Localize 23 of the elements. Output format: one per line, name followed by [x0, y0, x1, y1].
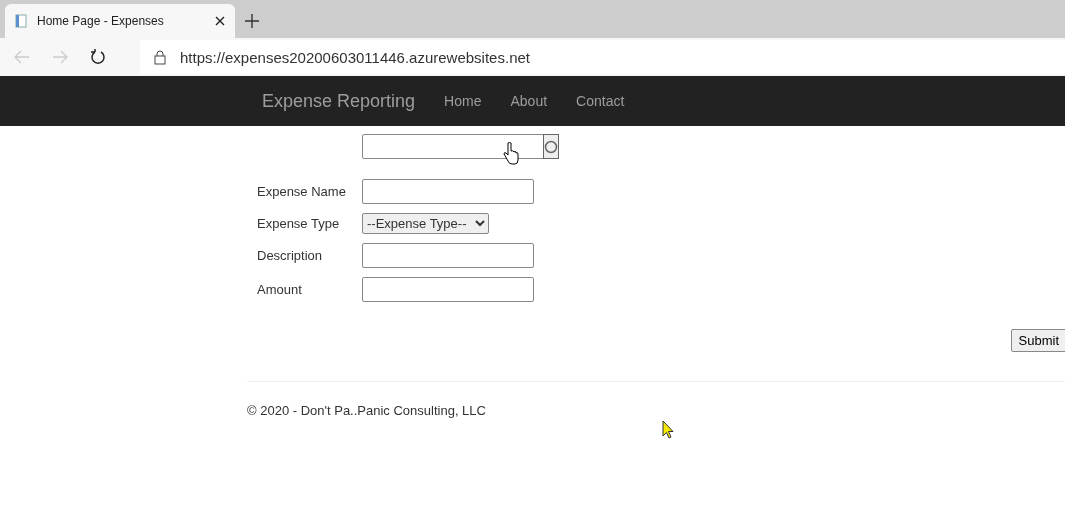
- submit-button[interactable]: Submit: [1010, 329, 1065, 352]
- search-field[interactable]: [362, 134, 545, 159]
- brand-link[interactable]: Expense Reporting: [262, 90, 416, 112]
- nav-link[interactable]: About: [510, 93, 548, 109]
- hand-cursor-icon: [503, 142, 519, 166]
- nav-link[interactable]: Contact: [576, 93, 625, 109]
- close-icon[interactable]: [215, 16, 225, 26]
- new-tab-icon[interactable]: [245, 14, 259, 28]
- refresh-icon[interactable]: [90, 49, 106, 65]
- input-field[interactable]: [362, 179, 534, 204]
- input-field[interactable]: [362, 243, 534, 268]
- input-field[interactable]: [362, 277, 534, 302]
- pointer-cursor-icon: [662, 420, 674, 439]
- field-label: Expense Name: [256, 184, 347, 199]
- nav-link[interactable]: Home: [444, 93, 482, 109]
- page-icon: [15, 14, 27, 28]
- expense-type-select[interactable]: --Expense Type--: [362, 213, 489, 234]
- lock-icon: [154, 49, 166, 65]
- search-icon: [544, 139, 558, 154]
- field-label: Expense Type: [256, 216, 341, 231]
- field-label: Amount: [256, 282, 303, 297]
- footer-text: © 2020 - Don't Pa..Panic Consulting, LLC: [247, 403, 487, 418]
- field-label: Description: [256, 248, 324, 263]
